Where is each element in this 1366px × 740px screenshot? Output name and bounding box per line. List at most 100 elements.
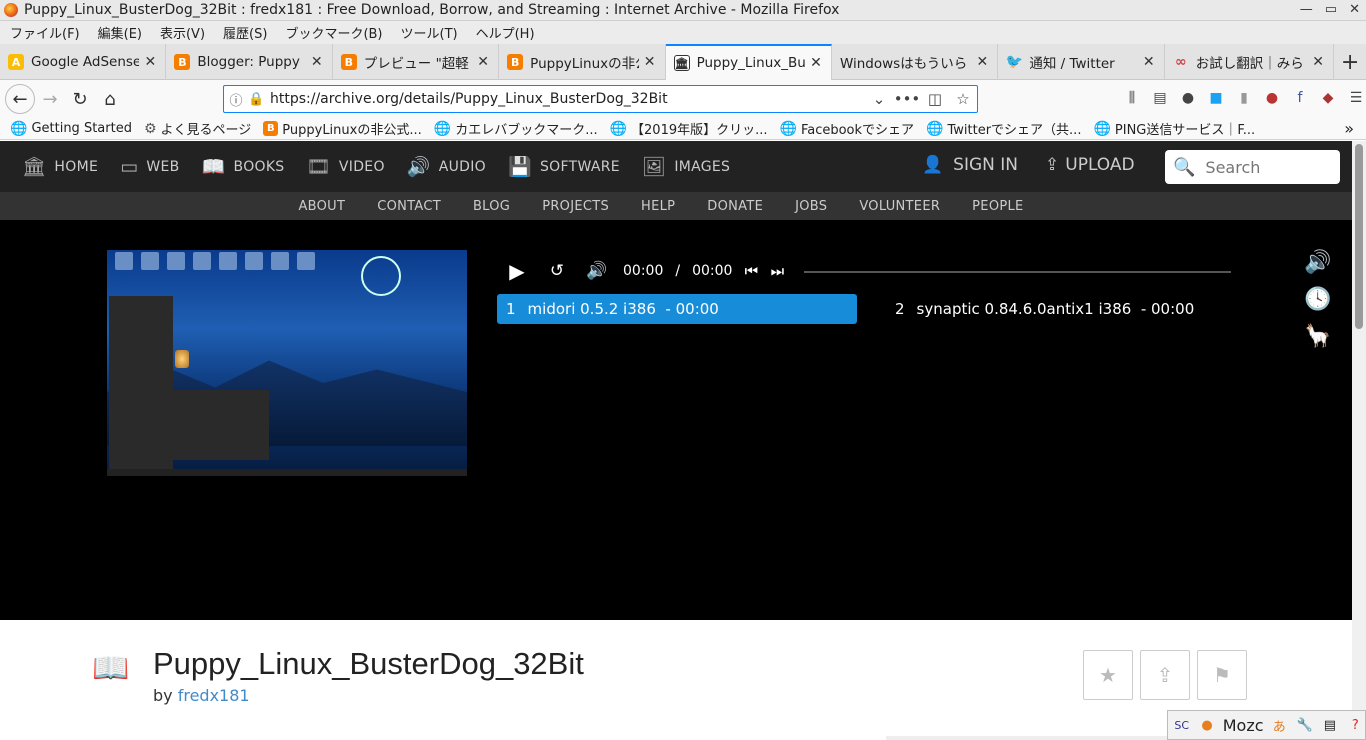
bookmark-2019[interactable]: 🌐 【2019年版】クリッ... bbox=[610, 119, 768, 139]
address-bar[interactable]: ⓘ 🔒 https://archive.org/details/Puppy_Li… bbox=[223, 85, 978, 113]
bookmark-puppylinux[interactable]: B PuppyLinuxの非公式... bbox=[263, 119, 422, 138]
bookmark-kaereba[interactable]: 🌐 カエレバブックマーク... bbox=[434, 119, 598, 139]
nav-books[interactable]: 📖 BOOKS bbox=[202, 155, 285, 178]
mozc-logo-icon[interactable]: ● bbox=[1197, 715, 1216, 735]
seek-bar[interactable] bbox=[804, 271, 1231, 273]
search-input[interactable] bbox=[1205, 157, 1326, 177]
forward-button[interactable]: → bbox=[35, 84, 65, 114]
tab-puppylinux[interactable]: B PuppyLinuxの非公 ✕ bbox=[499, 44, 666, 80]
tab-archive-active[interactable]: 🏛 Puppy_Linux_Bu ✕ bbox=[665, 44, 832, 80]
addon-icon[interactable]: ◆ bbox=[1318, 88, 1338, 108]
twitter-addon-icon[interactable]: ■ bbox=[1206, 88, 1226, 108]
more-bookmarks-icon[interactable]: » bbox=[1344, 119, 1354, 138]
nav-web[interactable]: ▭ WEB bbox=[120, 156, 179, 178]
new-tab-button[interactable]: + bbox=[1334, 44, 1366, 80]
llama-icon[interactable]: 🦙 bbox=[1304, 324, 1331, 349]
author-link[interactable]: fredx181 bbox=[178, 686, 250, 705]
close-tab-icon[interactable]: ✕ bbox=[809, 55, 823, 71]
info-icon[interactable]: ⓘ bbox=[224, 90, 248, 109]
close-tab-icon[interactable]: ✕ bbox=[476, 54, 490, 70]
close-tab-icon[interactable]: ✕ bbox=[310, 54, 324, 70]
next-track-icon[interactable]: ⏭ bbox=[764, 262, 790, 280]
play-icon[interactable]: ▶ bbox=[497, 259, 537, 283]
sign-in-link[interactable]: 👤 SIGN IN bbox=[922, 155, 1018, 175]
tab-translate[interactable]: ∞ お試し翻訳｜みら ✕ bbox=[1165, 44, 1335, 80]
bookmark-facebook-share[interactable]: 🌐 Facebookでシェア bbox=[780, 119, 915, 139]
close-tab-icon[interactable]: ✕ bbox=[643, 54, 657, 70]
help-icon[interactable]: ? bbox=[1346, 715, 1365, 735]
upload-link[interactable]: ⇪ UPLOAD bbox=[1045, 155, 1135, 175]
tool-icon[interactable]: 🔧 bbox=[1295, 715, 1314, 735]
subnav-projects[interactable]: PROJECTS bbox=[542, 199, 609, 214]
rewind-10-icon[interactable]: ↺ bbox=[537, 261, 577, 281]
bookmark-most-visited[interactable]: ⚙ よく見るページ bbox=[144, 119, 251, 139]
reload-button[interactable]: ↻ bbox=[65, 84, 95, 114]
close-tab-icon[interactable]: ✕ bbox=[1311, 54, 1325, 70]
search-box[interactable]: 🔍 bbox=[1165, 150, 1340, 184]
menu-help[interactable]: ヘルプ(H) bbox=[476, 23, 535, 42]
volume-icon[interactable]: 🔊 bbox=[577, 261, 617, 281]
nav-software[interactable]: 💾 SOFTWARE bbox=[508, 155, 620, 178]
subnav-volunteer[interactable]: VOLUNTEER bbox=[859, 199, 940, 214]
dictionary-icon[interactable]: ▤ bbox=[1320, 715, 1339, 735]
tab-google-adsense[interactable]: A Google AdSense ✕ bbox=[0, 44, 167, 80]
page-actions-icon[interactable]: ••• bbox=[893, 90, 921, 108]
menu-view[interactable]: 表示(V) bbox=[160, 23, 205, 42]
tab-preview[interactable]: B プレビュー "超軽 ✕ bbox=[333, 44, 500, 80]
bookmark-twitter-share[interactable]: 🌐 Twitterでシェア（共... bbox=[926, 119, 1081, 139]
audio-view-icon[interactable]: 🔊 bbox=[1304, 250, 1331, 275]
library-icon[interactable]: ⫼ bbox=[1122, 88, 1142, 108]
subnav-jobs[interactable]: JOBS bbox=[795, 199, 827, 214]
close-window-button[interactable]: ✕ bbox=[1349, 2, 1360, 17]
history-icon[interactable]: 🕓 bbox=[1304, 287, 1331, 312]
menu-tools[interactable]: ツール(T) bbox=[401, 23, 458, 42]
home-button[interactable]: ⌂ bbox=[95, 84, 125, 114]
close-tab-icon[interactable]: ✕ bbox=[975, 54, 989, 70]
mozc-label[interactable]: Mozc bbox=[1223, 716, 1264, 735]
bookmark-ping[interactable]: 🌐 PING送信サービス｜F... bbox=[1093, 119, 1255, 139]
nav-home[interactable]: 🏛 HOME bbox=[22, 155, 98, 178]
subnav-people[interactable]: PEOPLE bbox=[972, 199, 1023, 214]
pocket-icon[interactable]: ◫ bbox=[921, 90, 949, 108]
close-tab-icon[interactable]: ✕ bbox=[143, 54, 157, 70]
subnav-contact[interactable]: CONTACT bbox=[377, 199, 441, 214]
chevron-down-icon[interactable]: ⌄ bbox=[865, 90, 893, 108]
hamburger-menu-icon[interactable]: ☰ bbox=[1346, 88, 1366, 108]
favorite-button[interactable]: ★ bbox=[1083, 650, 1133, 700]
playlist-item-2[interactable]: 2 synaptic 0.84.6.0antix1 i386 - 00:00 bbox=[895, 294, 1194, 324]
star-icon[interactable]: ☆ bbox=[949, 90, 977, 108]
sidebar-icon[interactable]: ▤ bbox=[1150, 88, 1170, 108]
menu-edit[interactable]: 編集(E) bbox=[98, 23, 142, 42]
tab-blogger[interactable]: B Blogger: Puppy ✕ bbox=[166, 44, 333, 80]
close-tab-icon[interactable]: ✕ bbox=[1142, 54, 1156, 70]
scrollbar-thumb[interactable] bbox=[1355, 144, 1363, 329]
lock-icon[interactable]: 🔒 bbox=[248, 92, 264, 107]
playlist-item-1[interactable]: 1 midori 0.5.2 i386 - 00:00 bbox=[497, 294, 857, 324]
minimize-button[interactable]: — bbox=[1300, 2, 1313, 17]
back-button[interactable]: ← bbox=[5, 84, 35, 114]
flag-button[interactable]: ⚑ bbox=[1197, 650, 1247, 700]
hiragana-mode-icon[interactable]: あ bbox=[1270, 715, 1289, 735]
url-text[interactable]: https://archive.org/details/Puppy_Linux_… bbox=[270, 91, 865, 107]
maximize-button[interactable]: ▭ bbox=[1325, 2, 1337, 17]
bookmark-getting-started[interactable]: 🌐 Getting Started bbox=[10, 121, 132, 137]
menu-history[interactable]: 履歴(S) bbox=[223, 23, 267, 42]
menu-file[interactable]: ファイル(F) bbox=[10, 23, 80, 42]
previous-track-icon[interactable]: ⏮ bbox=[738, 262, 764, 280]
addon-icon[interactable]: ● bbox=[1262, 88, 1282, 108]
menu-bookmarks[interactable]: ブックマーク(B) bbox=[285, 23, 382, 42]
nav-video[interactable]: 🎞 VIDEO bbox=[307, 155, 385, 178]
page-scrollbar[interactable] bbox=[1352, 141, 1366, 740]
tab-twitter[interactable]: 🐦 通知 / Twitter ✕ bbox=[998, 44, 1165, 80]
account-icon[interactable]: ● bbox=[1178, 88, 1198, 108]
nav-audio[interactable]: 🔊 AUDIO bbox=[407, 155, 486, 178]
desktop-screenshot-image[interactable] bbox=[107, 250, 467, 476]
share-button[interactable]: ⇪ bbox=[1140, 650, 1190, 700]
tab-windows[interactable]: Windowsはもういら ✕ bbox=[832, 44, 999, 80]
subnav-help[interactable]: HELP bbox=[641, 199, 675, 214]
nav-images[interactable]: 🖼 IMAGES bbox=[642, 155, 730, 178]
scim-icon[interactable]: SC bbox=[1172, 715, 1191, 735]
subnav-about[interactable]: ABOUT bbox=[298, 199, 345, 214]
addon-icon[interactable]: ▮ bbox=[1234, 88, 1254, 108]
subnav-blog[interactable]: BLOG bbox=[473, 199, 510, 214]
